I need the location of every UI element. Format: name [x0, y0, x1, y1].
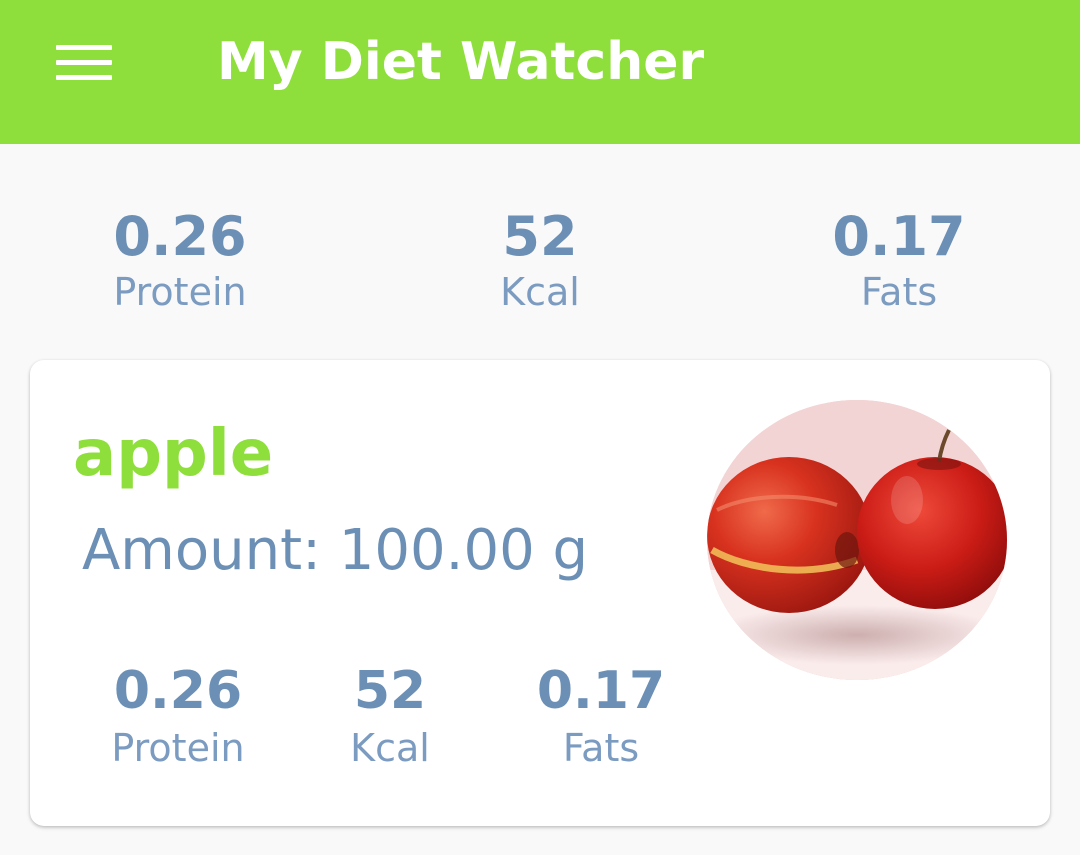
- app-root: My Diet Watcher 0.26 Protein 52 Kcal 0.1…: [0, 0, 1080, 855]
- summary-kcal-label: Kcal: [500, 270, 580, 314]
- food-item-card[interactable]: apple Amount: 100.00 g 0.26 Protein 52 K…: [30, 360, 1050, 826]
- food-fats-label: Fats: [562, 726, 640, 770]
- food-image: [707, 400, 1007, 680]
- menu-line: [56, 44, 112, 50]
- food-kcal-value: 52: [353, 661, 427, 721]
- app-bar: My Diet Watcher: [0, 0, 1080, 144]
- food-fats-value: 0.17: [536, 661, 666, 721]
- summary-fats-label: Fats: [860, 270, 938, 314]
- food-protein: 0.26 Protein: [58, 660, 298, 770]
- summary-kcal: 52 Kcal: [390, 190, 690, 312]
- food-protein-value: 0.26: [113, 661, 243, 721]
- food-name: apple: [73, 417, 274, 491]
- food-kcal-label: Kcal: [350, 726, 430, 770]
- hamburger-menu-icon[interactable]: [40, 24, 128, 100]
- menu-line: [56, 59, 112, 65]
- summary-fats: 0.17 Fats: [749, 190, 1049, 312]
- menu-line: [56, 74, 112, 80]
- app-title: My Diet Watcher: [217, 32, 705, 92]
- food-amount: Amount: 100.00 g: [82, 518, 588, 584]
- apple-photo-icon: [707, 400, 1007, 680]
- food-kcal: 52 Kcal: [270, 660, 510, 770]
- daily-summary: 0.26 Protein 52 Kcal 0.17 Fats: [0, 190, 1080, 340]
- summary-protein-label: Protein: [113, 270, 247, 314]
- summary-protein: 0.26 Protein: [30, 190, 330, 312]
- food-amount-label: Amount:: [82, 518, 321, 583]
- food-protein-label: Protein: [111, 726, 245, 770]
- food-amount-value: 100.00 g: [338, 518, 589, 583]
- food-fats: 0.17 Fats: [481, 660, 721, 770]
